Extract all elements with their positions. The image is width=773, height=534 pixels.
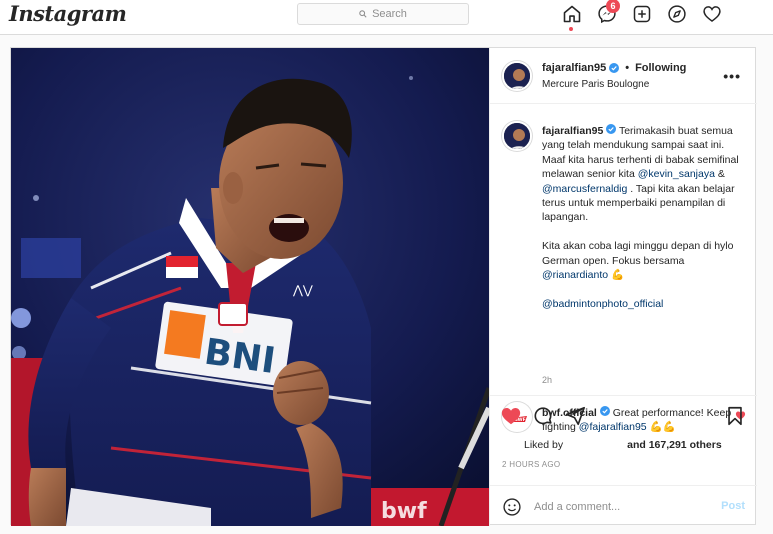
mention-kevin-sanjaya[interactable]: @kevin_sanjaya [638,168,715,180]
comment-bubble-icon[interactable] [532,405,554,427]
top-navigation-bar: Instagram Search 6 [0,0,773,35]
verified-badge-icon [606,124,617,134]
verified-badge-icon [609,63,620,73]
author-username[interactable]: fajaralfian95 [542,62,606,74]
svg-text:bwf: bwf [381,499,427,524]
like-heart-icon[interactable] [500,405,522,427]
instagram-logo[interactable]: Instagram [9,1,127,26]
search-box[interactable]: Search [297,3,469,25]
new-post-icon[interactable] [632,4,652,24]
likes-summary[interactable]: Liked by and 167,291 others [524,439,722,451]
post-side-panel: fajaralfian95 • Following Mercure Paris … [489,48,757,526]
post-location[interactable]: Mercure Paris Boulogne [542,79,649,90]
mention-rianardianto[interactable]: @rianardianto [542,269,608,281]
explore-icon[interactable] [667,4,687,24]
messages-badge: 6 [606,0,620,13]
add-comment-bar: Post [490,485,757,527]
flex-emoji: 💪 [611,269,625,282]
caption-username[interactable]: fajaralfian95 [542,125,603,137]
search-icon [359,10,367,18]
more-options-icon[interactable]: ••• [723,68,741,84]
search-placeholder: Search [372,8,407,20]
post-card: bwf ⋀⋁ BNI fajaralfian95 • Following Mer… [10,47,757,526]
mention-badmintonphoto-official[interactable]: @badmintonphoto_official [542,298,663,310]
badminton-player-photo: bwf ⋀⋁ BNI [11,48,489,526]
post-header: fajaralfian95 • Following Mercure Paris … [490,48,757,104]
post-photo[interactable]: bwf ⋀⋁ BNI [11,48,489,526]
header-separator-dot: • [625,62,630,74]
post-caption: fajaralfian95 Terimakasih buat semua yan… [542,124,747,311]
post-timestamp[interactable]: 2 HOURS AGO [502,460,560,469]
mention-marcusfernaldig[interactable]: @marcusfernaldig [542,183,627,195]
caption-time[interactable]: 2h [542,375,552,385]
post-actions: Liked by and 167,291 others 2 HOURS AGO P… [490,395,757,526]
save-bookmark-icon[interactable] [724,405,746,427]
caption-author-avatar[interactable] [502,121,532,151]
comments-section: fajaralfian95 Terimakasih buat semua yan… [490,105,757,433]
home-icon[interactable] [562,4,582,24]
caption-text-part3: Kita akan coba lagi minggu depan di hylo… [542,240,734,267]
caption-ampersand: & [714,168,725,181]
active-indicator [569,27,573,31]
follow-status[interactable]: Following [635,62,686,74]
author-avatar[interactable] [502,61,532,91]
likes-count[interactable]: and 167,291 others [627,439,722,451]
liked-by-prefix: Liked by [524,439,564,451]
svg-text:⋀⋁: ⋀⋁ [292,283,313,297]
emoji-picker-icon[interactable] [502,497,522,517]
share-paper-plane-icon[interactable] [564,405,586,427]
activity-heart-icon[interactable] [702,4,722,24]
add-comment-input[interactable] [534,497,704,517]
post-comment-button[interactable]: Post [721,500,745,512]
